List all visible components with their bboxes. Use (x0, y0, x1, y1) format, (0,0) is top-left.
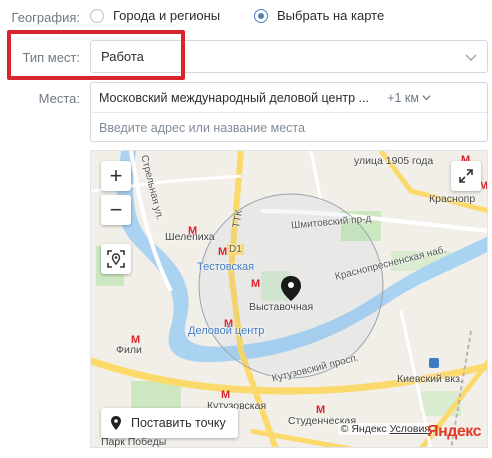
zoom-out-button[interactable]: − (101, 195, 131, 225)
place-search-input[interactable]: Введите адрес или название места (91, 113, 487, 142)
map-pin-icon (111, 416, 121, 430)
geography-label: География: (11, 10, 80, 25)
map-copyright: © Яндекс Условия (337, 423, 433, 435)
yandex-logo[interactable]: Яндекс (427, 423, 481, 441)
geolocation-icon (107, 250, 125, 268)
selected-place-name: Московский международный деловой центр .… (99, 90, 369, 105)
place-type-label: Тип мест: (22, 50, 80, 65)
radius-value: +1 км (387, 90, 419, 105)
terms-link[interactable]: Условия (390, 423, 430, 435)
map-label-testovskaya: Тестовская (197, 261, 255, 273)
places-label: Места: (38, 91, 80, 106)
place-type-select[interactable]: Работа (90, 40, 488, 73)
places-field: Московский международный деловой центр .… (90, 82, 488, 142)
set-point-button[interactable]: Поставить точку (101, 408, 238, 438)
map-label-kievsky-station: Киевский вкз. (397, 373, 463, 385)
radio-cities-regions[interactable]: Города и регионы (90, 8, 220, 23)
radio-circle-checked-icon[interactable] (254, 8, 268, 23)
zoom-in-button[interactable]: + (101, 161, 131, 191)
map-label-street: улица 1905 года (354, 155, 434, 167)
radius-dropdown[interactable]: +1 км (387, 91, 479, 105)
map-label-vystavochnaya: Выставочная (249, 301, 314, 313)
fullscreen-button[interactable] (451, 161, 481, 191)
expand-icon (459, 169, 473, 183)
radio-cities-label: Города и регионы (113, 8, 221, 23)
svg-text:M: M (251, 278, 260, 290)
chevron-down-icon (465, 54, 477, 61)
radio-circle-icon[interactable] (90, 8, 104, 23)
locate-button[interactable] (101, 244, 131, 274)
svg-text:M: M (218, 246, 227, 258)
selected-place-row[interactable]: Московский международный деловой центр .… (91, 83, 487, 113)
chevron-down-icon (422, 95, 431, 101)
map-label-d1: D1 (227, 244, 244, 255)
set-point-label: Поставить точку (131, 416, 226, 430)
place-type-value: Работа (101, 49, 144, 64)
radio-map-label: Выбрать на карте (277, 8, 385, 23)
map-widget[interactable]: M M M M M M M M M Стрельная ул. ТТК улиц… (90, 150, 488, 448)
map-label-delovoy-center: Деловой центр (188, 325, 265, 337)
radio-choose-on-map[interactable]: Выбрать на карте (254, 8, 384, 23)
map-label-shelepikha: Шелепиха (165, 231, 215, 243)
map-label-krasnopresnenskaya-metro: Краснопр (429, 193, 476, 205)
map-label-fili: Фили (116, 344, 142, 356)
